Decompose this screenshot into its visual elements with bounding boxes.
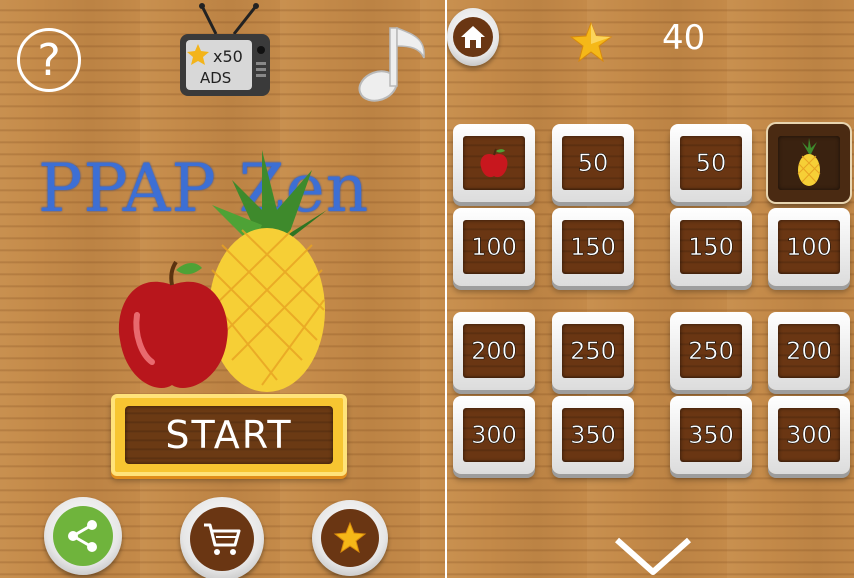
cart-icon [204, 523, 241, 555]
level-tile-board [463, 136, 525, 190]
star-score-icon [569, 22, 613, 62]
level-tile[interactable]: 300 [768, 396, 850, 474]
level-tile-board: 150 [562, 220, 624, 274]
level-tile-board: 50 [562, 136, 624, 190]
start-button[interactable]: START [111, 394, 347, 476]
level-select-panel: 40 50 50 100 150 150 100 200 250 250 200 300 350 350… [447, 0, 854, 578]
level-tile[interactable]: 250 [552, 312, 634, 390]
apple-icon [480, 148, 508, 178]
level-tile-board [778, 136, 840, 190]
level-tile-board: 200 [463, 324, 525, 378]
home-button[interactable] [447, 8, 499, 66]
level-tile[interactable]: 350 [552, 396, 634, 474]
level-tile[interactable]: 250 [670, 312, 752, 390]
level-tile-board: 350 [680, 408, 742, 462]
level-tile-board: 250 [680, 324, 742, 378]
menu-panel: ? x50 ADS PPAP Zen START [0, 0, 445, 578]
music-note-icon[interactable] [352, 20, 432, 104]
start-label: START [165, 413, 293, 457]
level-tile[interactable]: 100 [453, 208, 535, 286]
chevron-down-icon[interactable] [613, 536, 693, 576]
watch-ads-button[interactable]: x50 ADS [178, 2, 272, 98]
level-tile[interactable]: 300 [453, 396, 535, 474]
level-tile-board: 300 [463, 408, 525, 462]
help-button[interactable]: ? [17, 28, 81, 92]
level-tile-board: 100 [463, 220, 525, 274]
level-tile-board: 200 [778, 324, 840, 378]
pineapple-icon [797, 138, 821, 186]
level-tile[interactable]: 200 [768, 312, 850, 390]
ads-label: ADS [200, 69, 232, 87]
start-wood-plate: START [125, 406, 333, 464]
ads-multiplier: x50 [213, 47, 243, 66]
level-tile-board: 150 [680, 220, 742, 274]
level-tile[interactable] [453, 124, 535, 202]
level-tile[interactable] [768, 124, 850, 202]
rate-button[interactable] [312, 500, 388, 576]
score-value: 40 [662, 18, 706, 58]
help-label: ? [37, 34, 61, 86]
level-tile-board: 50 [680, 136, 742, 190]
level-tile[interactable]: 150 [670, 208, 752, 286]
level-tile-board: 350 [562, 408, 624, 462]
shop-button[interactable] [180, 497, 264, 578]
fruit-illustration [118, 150, 327, 392]
home-icon [461, 26, 485, 48]
share-icon [68, 520, 97, 552]
level-tile[interactable]: 200 [453, 312, 535, 390]
level-tile[interactable]: 100 [768, 208, 850, 286]
level-tile[interactable]: 150 [552, 208, 634, 286]
star-icon [333, 521, 367, 554]
level-tile[interactable]: 350 [670, 396, 752, 474]
level-tile-board: 300 [778, 408, 840, 462]
level-tile[interactable]: 50 [552, 124, 634, 202]
level-tile[interactable]: 50 [670, 124, 752, 202]
share-button[interactable] [44, 497, 122, 575]
level-tile-board: 250 [562, 324, 624, 378]
level-tile-board: 100 [778, 220, 840, 274]
